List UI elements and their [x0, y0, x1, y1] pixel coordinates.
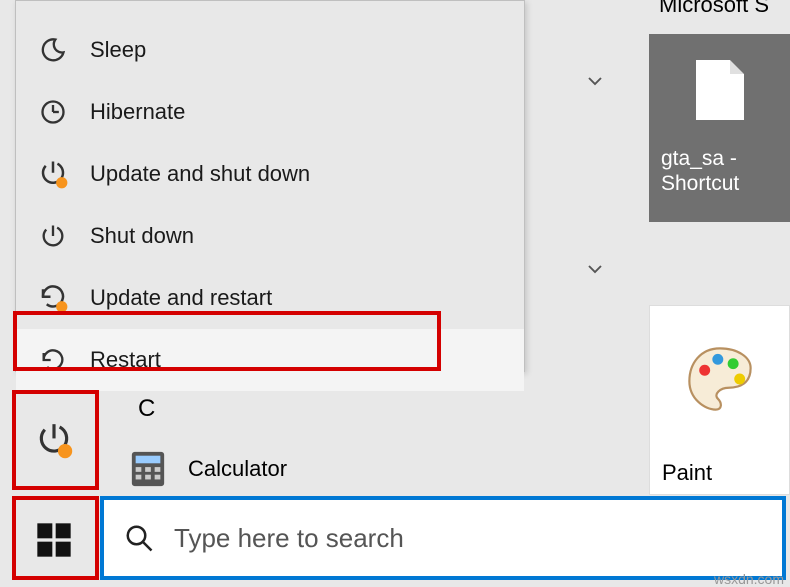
file-icon	[696, 60, 744, 120]
app-list-label: Calculator	[188, 456, 287, 482]
tile-gta-shortcut[interactable]: gta_sa - Shortcut	[649, 34, 790, 222]
restart-update-icon	[38, 283, 68, 313]
power-update-icon	[38, 159, 68, 189]
power-menu-label: Restart	[90, 347, 161, 373]
chevron-down-icon[interactable]	[584, 258, 606, 280]
tile-paint[interactable]: Paint	[649, 305, 790, 495]
power-menu-update-restart[interactable]: Update and restart	[16, 267, 524, 329]
search-placeholder: Type here to search	[174, 523, 404, 554]
power-menu-sleep[interactable]: Sleep	[16, 19, 524, 81]
power-update-icon	[35, 421, 73, 459]
tile-label: Paint	[650, 452, 789, 494]
start-rail-power-button[interactable]	[30, 416, 78, 464]
paint-icon	[650, 306, 789, 452]
search-icon	[124, 523, 154, 553]
restart-icon	[38, 345, 68, 375]
chevron-down-icon[interactable]	[584, 70, 606, 92]
power-icon	[38, 221, 68, 251]
calculator-icon	[128, 450, 168, 488]
windows-logo-icon	[34, 520, 74, 560]
app-list-group-header[interactable]: C	[138, 395, 155, 423]
watermark: wsxdn.com	[714, 571, 784, 587]
power-menu-hibernate[interactable]: Hibernate	[16, 81, 524, 143]
power-menu-label: Update and shut down	[90, 161, 310, 187]
tile-label: gta_sa - Shortcut	[661, 146, 778, 196]
power-menu-label: Sleep	[90, 37, 146, 63]
power-menu-label: Update and restart	[90, 285, 272, 311]
moon-icon	[38, 35, 68, 65]
power-menu-label: Hibernate	[90, 99, 185, 125]
taskbar-search-box[interactable]: Type here to search	[104, 500, 782, 576]
start-group-label: Microsoft S	[659, 0, 769, 18]
power-menu-shutdown[interactable]: Shut down	[16, 205, 524, 267]
power-menu-restart[interactable]: Restart	[16, 329, 524, 391]
power-menu-update-shutdown[interactable]: Update and shut down	[16, 143, 524, 205]
power-menu: Sleep Hibernate Update and shut down Shu…	[15, 0, 525, 372]
start-button[interactable]	[30, 516, 78, 564]
app-list-calculator[interactable]: Calculator	[128, 450, 287, 488]
clock-icon	[38, 97, 68, 127]
power-menu-label: Shut down	[90, 223, 194, 249]
